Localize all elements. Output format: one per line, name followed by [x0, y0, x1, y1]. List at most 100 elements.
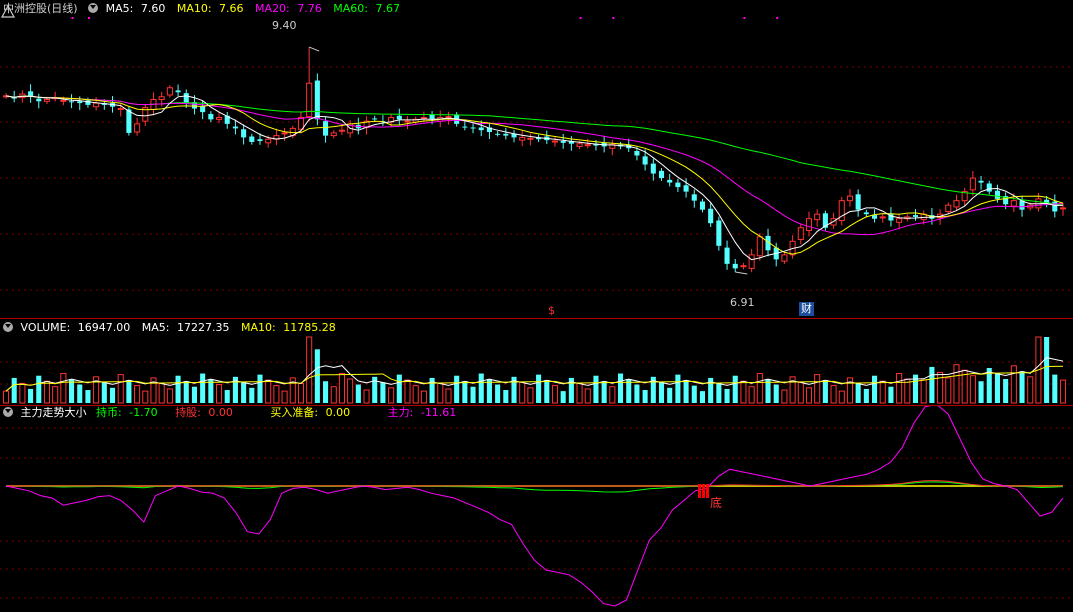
ma60-key: MA60: [333, 2, 368, 15]
candle-body [396, 115, 402, 120]
candle-body [846, 195, 854, 202]
volume-bar [1027, 376, 1034, 404]
volume-bar [273, 385, 280, 404]
dropdown-icon[interactable] [3, 322, 13, 332]
volume-bar [1010, 365, 1017, 404]
volume-bar [978, 381, 984, 403]
volume-bar [1044, 337, 1050, 403]
ma10-key: MA10: [176, 2, 212, 15]
volume-bar [396, 374, 402, 403]
ma5-label: MA5: 7.60 [106, 2, 170, 15]
candle-body [740, 265, 747, 268]
candle-body [503, 133, 509, 136]
volume-bar [363, 389, 370, 404]
dollar-marker[interactable]: $ [548, 304, 555, 317]
candle-body [420, 117, 427, 120]
volume-bar [69, 379, 75, 403]
volume-bar [691, 385, 697, 403]
candle-body [732, 263, 738, 269]
price-header: 中洲控股(日线) MA5: 7.60 MA10: 7.66 MA20: 7.76… [0, 2, 408, 16]
dropdown-icon[interactable] [88, 3, 99, 13]
candle-body [281, 132, 288, 135]
volume-bar [838, 390, 845, 404]
candle-body [576, 143, 583, 147]
volume-bar [241, 382, 247, 403]
volume-bar [249, 387, 255, 403]
volume-bar [830, 385, 837, 404]
price-chart[interactable] [0, 0, 1073, 318]
candle-body [372, 118, 378, 120]
finance-marker[interactable]: 财 [799, 302, 814, 316]
volume-bar [1052, 374, 1058, 403]
candle-body [495, 133, 501, 135]
candle-body [93, 102, 100, 108]
volume-bar [52, 386, 59, 404]
candle-body [994, 190, 1000, 199]
volume-bar [28, 388, 34, 403]
volume-bar [175, 375, 181, 403]
volume-bar [527, 387, 534, 404]
bottom-signal-bar [698, 484, 701, 498]
volume-bar [265, 379, 272, 404]
candle-body [986, 183, 992, 192]
volume-bar [166, 388, 173, 404]
vol-ma5-label: MA5: 17227.35 [142, 321, 234, 334]
candle-body [257, 139, 263, 142]
volume-bar [888, 386, 894, 403]
candle-body [912, 215, 919, 217]
candle-body [126, 109, 132, 133]
candle-body [683, 185, 689, 192]
volume-bar [85, 390, 91, 403]
candle-body [584, 144, 591, 147]
candle-body [634, 150, 640, 156]
volume-bar [117, 374, 124, 404]
volume-bar [683, 380, 689, 403]
vol-ma10-value: 11785.28 [283, 321, 336, 334]
event-dot [579, 17, 582, 19]
volume-bar [536, 374, 542, 403]
volume-bar [756, 373, 763, 404]
volume-bar [945, 377, 952, 404]
candle-body [117, 108, 124, 111]
hold-cash-value: -1.70 [129, 406, 158, 419]
volume-bar [19, 382, 26, 404]
candle-body [166, 87, 173, 96]
volume-bar [109, 387, 116, 403]
candle-body [208, 113, 214, 120]
volume-bar [822, 380, 828, 403]
dropdown-icon[interactable] [3, 407, 13, 417]
candle-body [781, 254, 788, 262]
candle-body [462, 126, 468, 128]
volume-bar [855, 383, 861, 403]
volume-bar [215, 384, 223, 404]
indicator-title: 主力走势大小 [20, 406, 87, 419]
volume-bar [601, 381, 607, 403]
volume-bar [306, 336, 313, 404]
candle-body [699, 201, 706, 210]
volume-bar [773, 384, 779, 403]
ma60-line [5, 95, 1064, 206]
stock-title[interactable]: 中洲控股(日线) [3, 2, 78, 15]
volume-bar [503, 390, 509, 403]
volume-bar [642, 390, 648, 403]
candle-body [183, 93, 189, 104]
volume-bar [658, 382, 665, 403]
vol-ma10-key: MA10: [241, 321, 276, 334]
ma20-label: MA20: 7.76 [255, 2, 326, 15]
indicator-chart[interactable] [0, 406, 1073, 612]
candle-body [215, 117, 223, 120]
candle-body [158, 96, 165, 100]
candle-body [249, 136, 255, 142]
volume-bar [797, 381, 804, 404]
volume-bar [462, 381, 468, 403]
volume-bar [437, 382, 444, 404]
candle-body [175, 90, 181, 93]
candle-body [404, 120, 411, 123]
indicator-panel: 主力走势大小 持币: -1.70 持股: 0.00 买入准备: 0.00 主力:… [0, 406, 1073, 612]
candle-body [330, 132, 337, 137]
volume-bar [1059, 379, 1067, 404]
event-dot [776, 17, 779, 19]
candle-body [691, 194, 697, 201]
candle-body [314, 80, 320, 120]
vol-ma5-value: 17227.35 [177, 321, 230, 334]
